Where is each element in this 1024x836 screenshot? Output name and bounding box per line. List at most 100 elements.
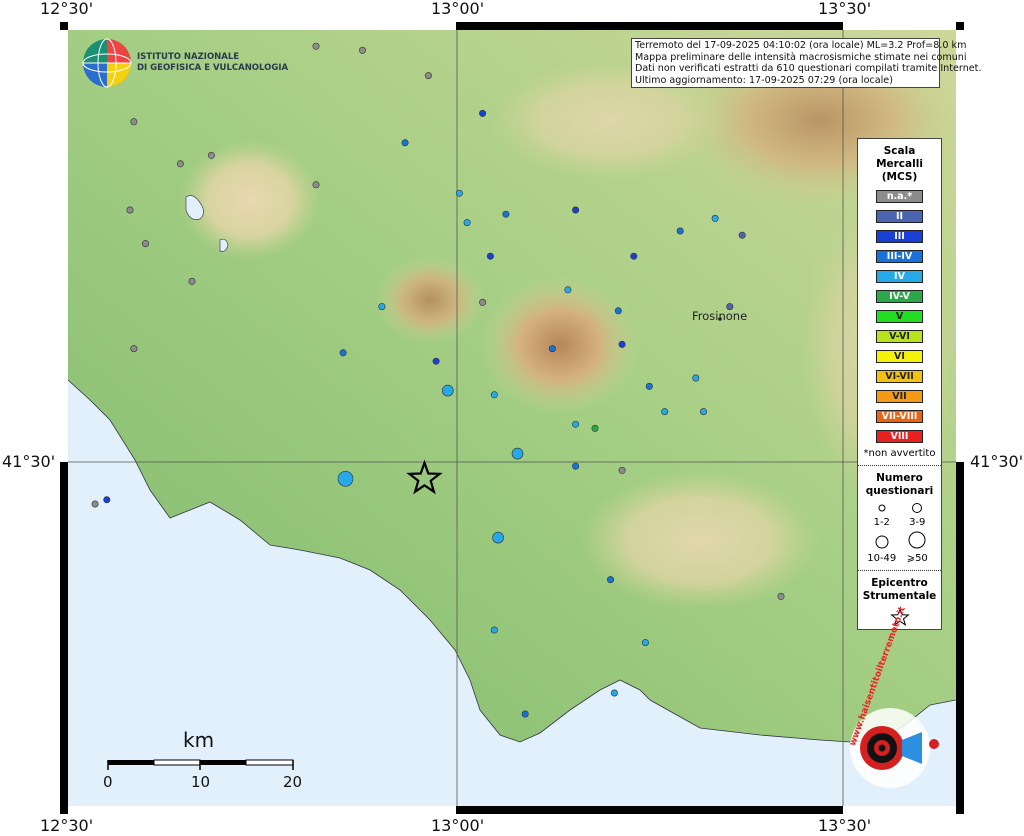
intensity-point-24 <box>207 151 215 159</box>
legend-swatch-7: V <box>876 310 923 323</box>
intensity-point-32 <box>564 286 572 294</box>
legend-swatch-13: VIII <box>876 430 923 443</box>
scale-unit: km <box>183 728 215 752</box>
count-label-2: 3-9 <box>909 517 926 528</box>
legend-title-1: Scala <box>883 145 916 157</box>
logo-line-1: ISTITUTO NAZIONALE <box>137 52 240 62</box>
intensity-point-17 <box>572 420 580 428</box>
legend: Scala Mercalli (MCS) n.a.* II III III-IV IV I… <box>857 138 942 630</box>
intensity-point-34 <box>502 210 510 218</box>
count-label-4: ⩾50 <box>906 553 928 564</box>
legend-swatches: n.a.* II III III-IV IV IV-V V V-VI VI VI-VII VII VI… <box>858 190 941 443</box>
intensity-point-38 <box>479 109 487 117</box>
map-area <box>68 30 956 806</box>
count-circle-3 <box>875 535 889 549</box>
event-info-box: Terremoto del 17-09-2025 04:10:02 (ora l… <box>631 38 982 88</box>
coord-top-1: 12°30' <box>40 0 94 18</box>
intensity-point-48 <box>490 626 498 634</box>
count-circle-4 <box>908 531 926 549</box>
relief-ausoni <box>580 470 820 610</box>
intensity-point-42 <box>358 46 366 54</box>
scale-tick-10: 10 <box>191 773 211 791</box>
legend-swatch-10: VI-VII <box>876 370 923 383</box>
logo-line-2: DI GEOFISICA E VULCANOLOGIA <box>137 63 289 73</box>
intensity-point-20 <box>103 496 111 504</box>
intensity-point-11 <box>486 252 494 260</box>
intensity-point-14 <box>711 214 719 222</box>
intensity-point-25 <box>606 576 614 584</box>
intensity-point-44 <box>126 206 134 214</box>
legend-swatch-6: IV-V <box>876 290 923 303</box>
intensity-point-43 <box>130 118 138 126</box>
intensity-point-23 <box>176 160 184 168</box>
intensity-point-51 <box>738 231 746 239</box>
count-circle-1 <box>878 504 886 512</box>
intensity-point-13 <box>630 252 638 260</box>
coord-top-2: 13°00' <box>431 0 485 18</box>
intensity-point-28 <box>661 408 669 416</box>
ingv-logo-text: ISTITUTO NAZIONALE DI GEOFISICA E VULCAN… <box>137 52 288 74</box>
intensity-point-50 <box>777 592 785 600</box>
relief-albani <box>180 140 320 260</box>
legend-swatch-2: II <box>876 210 923 223</box>
count-circle-2 <box>912 503 923 513</box>
scale-tick-0: 0 <box>103 773 113 791</box>
relief-colli <box>375 255 485 345</box>
coord-bottom-3: 13°30' <box>818 816 872 835</box>
legend-note: *non avvertito <box>863 448 936 459</box>
intensity-point-41 <box>312 42 320 50</box>
legend-swatch-9: VI <box>876 350 923 363</box>
intensity-point-6 <box>490 391 498 399</box>
intensity-point-47 <box>610 689 618 697</box>
intensity-point-3 <box>511 447 524 460</box>
intensity-point-52 <box>699 408 707 416</box>
coord-bottom-1: 12°30' <box>40 816 94 835</box>
intensity-point-1 <box>337 470 354 487</box>
intensity-point-18 <box>591 424 599 432</box>
count-label-3: 10-49 <box>867 553 897 564</box>
intensity-point-9 <box>378 303 386 311</box>
legend-title-2: Mercalli <box>876 158 923 170</box>
ingv-logo-globe <box>82 38 132 88</box>
intensity-point-29 <box>618 340 626 348</box>
epi-title-1: Epicentro <box>871 577 928 589</box>
legend-swatch-12: VII-VIII <box>876 410 923 423</box>
intensity-point-4 <box>492 531 504 544</box>
legend-swatch-3: III <box>876 230 923 243</box>
legend-title-3: (MCS) <box>881 171 918 183</box>
coord-right: 41°30' <box>970 452 1024 471</box>
scale-tick-20: 20 <box>283 773 303 791</box>
legend-swatch-11: VII <box>876 390 923 403</box>
intensity-point-30 <box>548 345 556 353</box>
intensity-point-37 <box>401 139 409 147</box>
intensity-point-22 <box>130 345 138 353</box>
count-title-1: Numero <box>876 472 923 484</box>
legend-swatch-5: IV <box>876 270 923 283</box>
legend-swatch-4: III-IV <box>876 250 923 263</box>
intensity-point-39 <box>424 72 432 80</box>
intensity-point-35 <box>455 189 463 197</box>
intensity-point-53 <box>676 227 684 235</box>
coord-bottom-2: 13°00' <box>431 816 485 835</box>
count-title-2: questionari <box>865 485 934 497</box>
coord-left: 41°30' <box>2 452 56 471</box>
intensity-point-54 <box>618 466 626 474</box>
city-label-frosinone: Frosinone <box>692 309 748 323</box>
intensity-point-49 <box>521 710 529 718</box>
intensity-point-46 <box>91 500 99 508</box>
intensity-point-10 <box>463 219 471 227</box>
info-line-2: Mappa preliminare delle intensità macros… <box>635 51 967 63</box>
epi-title-2: Strumentale <box>862 590 937 602</box>
count-label-1: 1-2 <box>873 517 890 528</box>
legend-swatch-8: V-VI <box>876 330 923 343</box>
intensity-point-8 <box>339 349 347 357</box>
intensity-point-27 <box>645 382 653 390</box>
intensity-point-19 <box>572 462 580 470</box>
intensity-point-31 <box>614 307 622 315</box>
intensity-point-36 <box>312 181 320 189</box>
intensity-point-21 <box>188 277 196 285</box>
intensity-point-16 <box>692 374 700 382</box>
intensity-point-5 <box>441 384 454 397</box>
legend-swatch-1: n.a.* <box>876 190 923 203</box>
intensity-point-45 <box>142 240 150 248</box>
